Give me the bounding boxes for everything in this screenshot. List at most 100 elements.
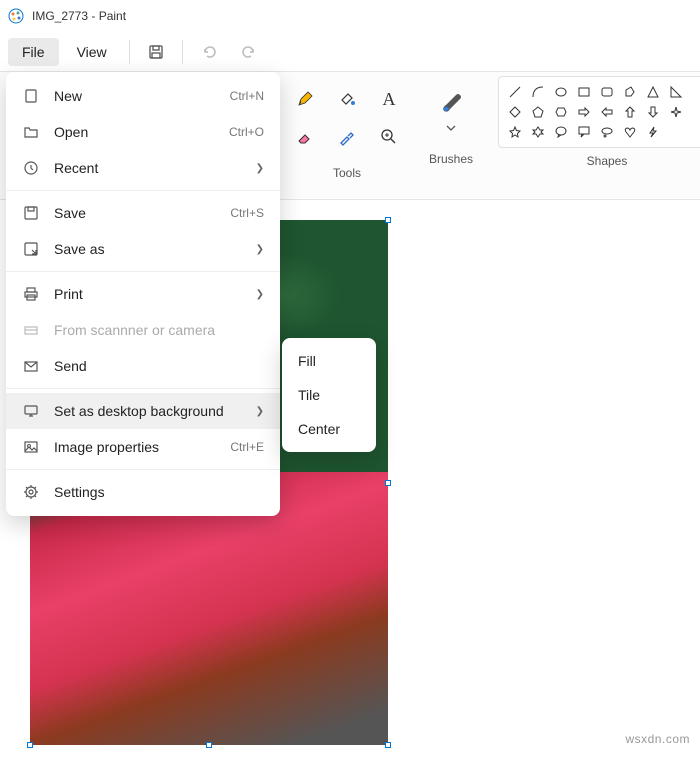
separator xyxy=(6,388,280,389)
shape-oval[interactable] xyxy=(551,83,571,101)
desktop-icon xyxy=(22,402,40,420)
menu-scanner: From scannner or camera xyxy=(6,312,280,348)
redo-button[interactable] xyxy=(231,36,267,68)
resize-handle[interactable] xyxy=(206,742,212,748)
print-icon xyxy=(22,285,40,303)
pencil-icon xyxy=(296,90,314,108)
shape-arrow-left[interactable] xyxy=(597,103,617,121)
shape-right-triangle[interactable] xyxy=(666,83,686,101)
menu-image-props[interactable]: Image properties Ctrl+E xyxy=(6,429,280,465)
new-icon xyxy=(22,87,40,105)
file-menu-dropdown: New Ctrl+N Open Ctrl+O Recent ❯ Save Ctr… xyxy=(6,72,280,516)
shape-rect[interactable] xyxy=(574,83,594,101)
shape-polygon[interactable] xyxy=(620,83,640,101)
brushes-dropdown[interactable] xyxy=(428,76,474,146)
undo-button[interactable] xyxy=(191,36,227,68)
shape-callout-cloud[interactable] xyxy=(597,123,617,141)
shape-arrow-right[interactable] xyxy=(574,103,594,121)
picker-tool[interactable] xyxy=(332,122,362,152)
shape-arrow-down[interactable] xyxy=(643,103,663,121)
fill-tool[interactable] xyxy=(332,84,362,114)
shape-curve[interactable] xyxy=(528,83,548,101)
shape-triangle[interactable] xyxy=(643,83,663,101)
scanner-icon xyxy=(22,321,40,339)
menubar: File View xyxy=(0,32,700,72)
bucket-icon xyxy=(338,90,356,108)
eraser-tool[interactable] xyxy=(290,122,320,152)
clock-icon xyxy=(22,159,40,177)
menu-send[interactable]: Send xyxy=(6,348,280,384)
save-icon xyxy=(22,204,40,222)
shapes-palette[interactable] xyxy=(498,76,700,148)
shape-4star[interactable] xyxy=(666,103,686,121)
menu-open[interactable]: Open Ctrl+O xyxy=(6,114,280,150)
save-icon xyxy=(148,44,164,60)
shape-heart[interactable] xyxy=(620,123,640,141)
shapes-label: Shapes xyxy=(587,154,628,168)
titlebar: IMG_2773 - Paint xyxy=(0,0,700,32)
watermark: wsxdn.com xyxy=(625,732,690,746)
ribbon-group-tools: A Tools xyxy=(280,76,414,199)
folder-icon xyxy=(22,123,40,141)
paint-app-icon xyxy=(8,8,24,24)
chevron-right-icon: ❯ xyxy=(256,289,264,300)
separator xyxy=(129,40,130,64)
shape-pentagon[interactable] xyxy=(528,103,548,121)
shape-more4[interactable] xyxy=(689,123,700,141)
eyedropper-icon xyxy=(338,128,356,146)
menu-view[interactable]: View xyxy=(63,38,121,66)
resize-handle[interactable] xyxy=(385,742,391,748)
shape-more2[interactable] xyxy=(689,103,700,121)
text-tool[interactable]: A xyxy=(374,84,404,114)
gear-icon xyxy=(22,483,40,501)
resize-handle[interactable] xyxy=(385,217,391,223)
menu-file[interactable]: File xyxy=(8,38,59,66)
shape-lightning[interactable] xyxy=(643,123,663,141)
brushes-label: Brushes xyxy=(429,152,473,166)
chevron-right-icon: ❯ xyxy=(256,406,264,417)
submenu-fill[interactable]: Fill xyxy=(282,344,376,378)
resize-handle[interactable] xyxy=(27,742,33,748)
menu-desktop-bg[interactable]: Set as desktop background ❯ xyxy=(6,393,280,429)
submenu-center[interactable]: Center xyxy=(282,412,376,446)
text-icon: A xyxy=(383,89,396,110)
separator xyxy=(6,190,280,191)
shape-line[interactable] xyxy=(505,83,525,101)
window-title: IMG_2773 - Paint xyxy=(32,9,126,23)
chevron-right-icon: ❯ xyxy=(256,163,264,174)
tools-label: Tools xyxy=(333,166,361,180)
shape-arrow-up[interactable] xyxy=(620,103,640,121)
menu-recent[interactable]: Recent ❯ xyxy=(6,150,280,186)
shape-hexagon[interactable] xyxy=(551,103,571,121)
shape-more3[interactable] xyxy=(666,123,686,141)
menu-save[interactable]: Save Ctrl+S xyxy=(6,195,280,231)
ribbon-group-shapes: Shapes xyxy=(488,76,700,199)
save-button[interactable] xyxy=(138,36,174,68)
shape-callout-rect[interactable] xyxy=(574,123,594,141)
submenu-tile[interactable]: Tile xyxy=(282,378,376,412)
brush-icon xyxy=(438,91,464,117)
shape-5star[interactable] xyxy=(505,123,525,141)
menu-settings[interactable]: Settings xyxy=(6,474,280,510)
shape-6star[interactable] xyxy=(528,123,548,141)
menu-save-as[interactable]: Save as ❯ xyxy=(6,231,280,267)
desktop-bg-submenu: Fill Tile Center xyxy=(282,338,376,452)
resize-handle[interactable] xyxy=(385,480,391,486)
shape-roundrect[interactable] xyxy=(597,83,617,101)
magnifier-icon xyxy=(380,128,398,146)
redo-icon xyxy=(241,44,257,60)
zoom-tool[interactable] xyxy=(374,122,404,152)
image-icon xyxy=(22,438,40,456)
shape-more[interactable] xyxy=(689,83,700,101)
undo-icon xyxy=(201,44,217,60)
save-as-icon xyxy=(22,240,40,258)
eraser-icon xyxy=(296,128,314,146)
shape-diamond[interactable] xyxy=(505,103,525,121)
menu-print[interactable]: Print ❯ xyxy=(6,276,280,312)
separator xyxy=(6,271,280,272)
menu-new[interactable]: New Ctrl+N xyxy=(6,78,280,114)
ribbon-group-brushes: Brushes xyxy=(418,76,484,199)
pencil-tool[interactable] xyxy=(290,84,320,114)
separator xyxy=(6,469,280,470)
shape-callout-round[interactable] xyxy=(551,123,571,141)
